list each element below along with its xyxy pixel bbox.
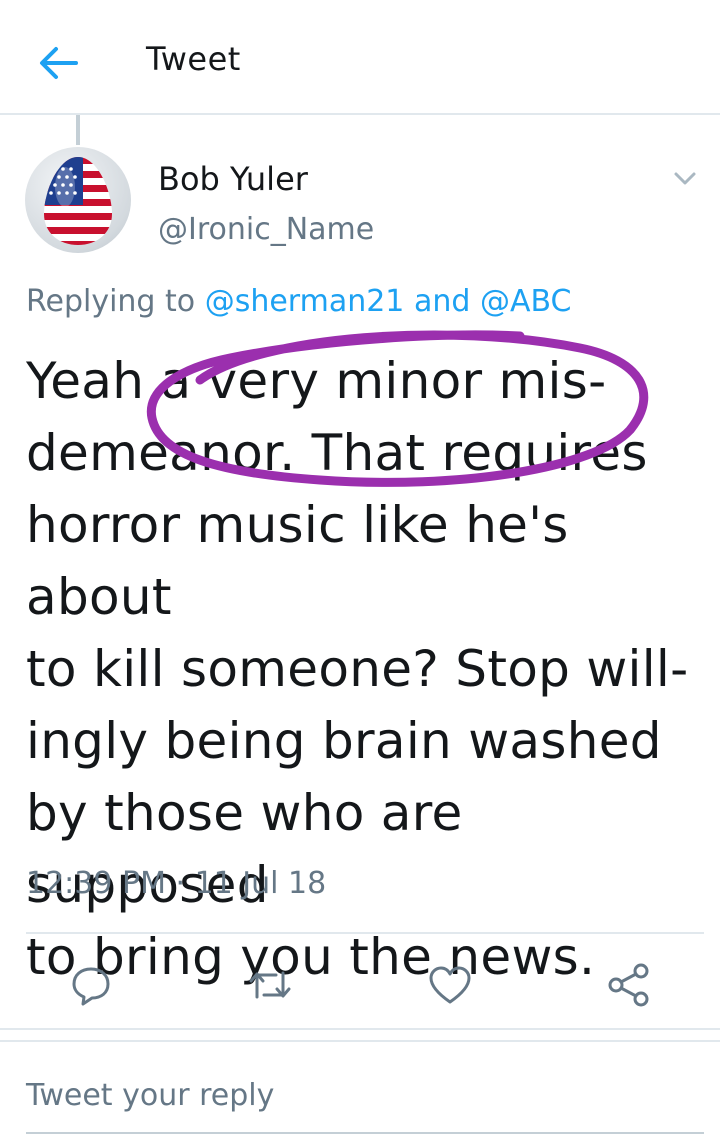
app-header: Tweet xyxy=(0,0,720,115)
reply-button[interactable] xyxy=(66,960,116,1010)
divider xyxy=(26,932,704,934)
author-name[interactable]: Bob Yuler xyxy=(158,160,308,198)
page-title: Tweet xyxy=(146,40,241,78)
more-options-button[interactable] xyxy=(668,164,702,192)
tweet-line: horror music like he's about xyxy=(26,496,569,626)
avatar[interactable] xyxy=(25,147,131,253)
retweet-button[interactable] xyxy=(245,960,295,1010)
like-button[interactable] xyxy=(425,960,475,1010)
reply-input[interactable] xyxy=(0,1042,720,1145)
tweet-timestamp: 12:39 PM · 11 Jul 18 xyxy=(26,866,327,901)
divider xyxy=(0,1028,720,1030)
handdrawn-circle-annotation xyxy=(146,330,649,487)
mention-link-sherman21[interactable]: @sherman21 xyxy=(205,284,405,319)
arrow-left-icon xyxy=(40,47,78,79)
author-handle[interactable]: @Ironic_Name xyxy=(158,212,374,247)
thread-connector xyxy=(76,115,80,145)
heart-icon xyxy=(429,966,471,1004)
back-button[interactable] xyxy=(28,36,88,90)
tweet-line: ingly being brain washed xyxy=(26,712,662,770)
reply-icon xyxy=(72,967,110,1006)
mention-connector: and xyxy=(413,284,471,319)
mention-link-abc[interactable]: @ABC xyxy=(480,284,572,319)
chevron-down-icon xyxy=(674,172,696,185)
share-icon xyxy=(608,963,649,1007)
share-button[interactable] xyxy=(604,960,654,1010)
reply-input-underline xyxy=(26,1132,704,1134)
retweet-icon xyxy=(249,971,291,999)
tweet-line: to kill someone? Stop will- xyxy=(26,640,689,698)
replying-to-line: Replying to @sherman21 and @ABC xyxy=(26,284,571,319)
replying-to-label: Replying to xyxy=(26,284,196,319)
